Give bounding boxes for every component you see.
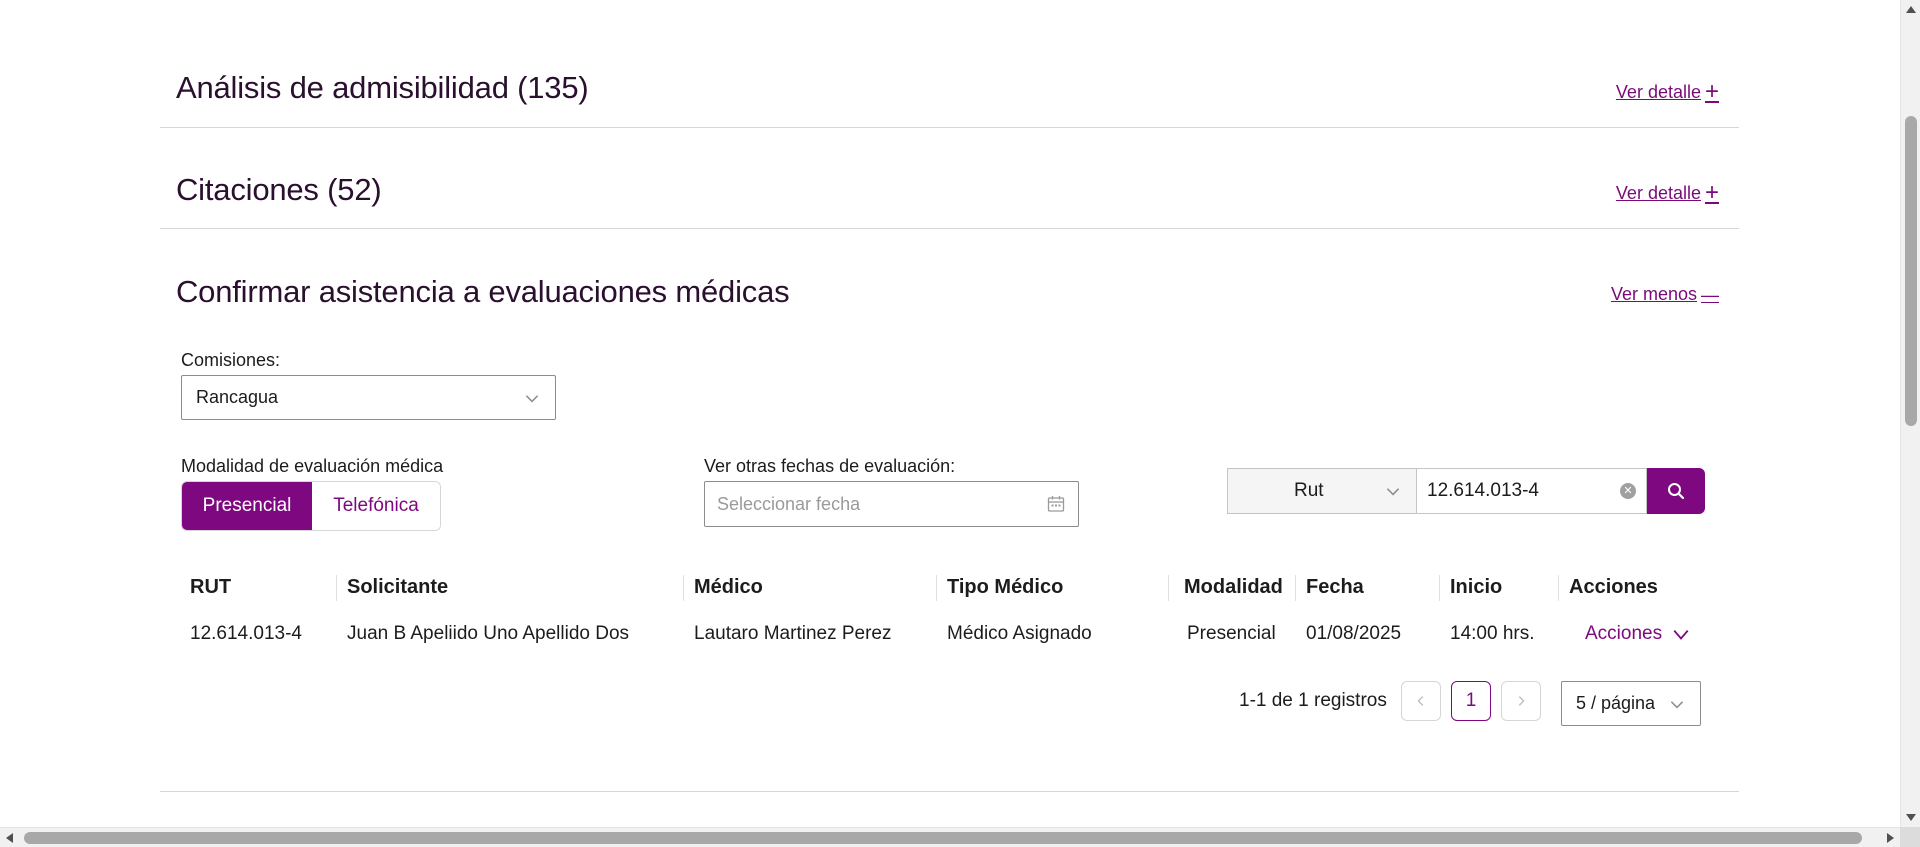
scroll-down-icon[interactable] [1906,814,1916,821]
cell-modalidad: Presencial [1187,623,1276,644]
section-admisibilidad: Análisis de admisibilidad (135) Ver deta… [160,38,1739,128]
search-type-select[interactable]: Rut [1227,468,1417,514]
modalidad-toggle: Presencial Telefónica [181,481,441,531]
link-label: Ver menos [1610,284,1697,304]
page-size-select[interactable]: 5 / página [1561,681,1701,726]
chevron-down-icon [1670,700,1684,708]
link-label: Ver detalle [1615,81,1701,102]
header-tipo-medico: Tipo Médico [947,575,1064,598]
pagination-summary: 1-1 de 1 registros [1239,690,1387,711]
cell-rut: 12.614.013-4 [190,623,302,644]
cell-solicitante: Juan B Apeliido Uno Apellido Dos [347,623,630,644]
section-title: Confirmar asistencia a evaluaciones médi… [176,274,790,309]
scroll-up-icon[interactable] [1906,6,1916,13]
chevron-down-icon [1386,488,1400,496]
column-divider [1295,575,1296,601]
acciones-label: Acciones [1585,623,1663,644]
search-button[interactable] [1647,468,1705,514]
fecha-label: Ver otras fechas de evaluación: [704,456,956,476]
scroll-right-icon[interactable] [1887,833,1894,843]
search-input-value: 12.614.013-4 [1427,480,1539,501]
column-divider [1439,575,1440,601]
search-input[interactable]: 12.614.013-4 ✕ [1417,468,1647,514]
header-inicio: Inicio [1450,575,1503,598]
header-rut: RUT [190,575,232,598]
column-divider [683,575,684,601]
page-size-value: 5 / página [1576,693,1656,713]
column-divider [1168,575,1169,601]
calendar-icon [1047,496,1065,512]
fecha-placeholder: Seleccionar fecha [717,493,861,514]
next-page-button[interactable] [1501,681,1541,721]
header-fecha: Fecha [1306,575,1364,598]
column-divider [336,575,337,601]
fecha-input[interactable]: Seleccionar fecha [704,481,1079,527]
chevron-left-icon [1417,696,1424,706]
prev-page-button[interactable] [1401,681,1441,721]
search-type-value: Rut [1294,480,1324,501]
comisiones-label: Comisiones: [181,350,281,370]
plus-icon: + [1704,179,1719,206]
vertical-scrollbar[interactable] [1900,0,1920,847]
chevron-down-icon [1673,630,1689,640]
acciones-dropdown[interactable]: Acciones [1585,617,1690,651]
clear-icon[interactable]: ✕ [1620,483,1636,499]
comisiones-value: Rancagua [196,387,279,407]
scrollbar-corner [1900,827,1920,847]
ver-detalle-link[interactable]: Ver detalle + [1616,181,1719,205]
page: Análisis de admisibilidad (135) Ver deta… [0,0,1900,827]
cell-tipo-medico: Médico Asignado [947,623,1092,644]
header-solicitante: Solicitante [347,575,449,598]
horizontal-scrollbar[interactable] [0,827,1900,847]
column-divider [936,575,937,601]
section-citaciones: Citaciones (52) Ver detalle + [160,128,1739,229]
header-acciones: Acciones [1569,575,1658,598]
cell-fecha: 01/08/2025 [1306,623,1402,644]
chevron-down-icon [525,394,539,402]
header-modalidad: Modalidad [1184,575,1283,598]
chevron-right-icon [1518,696,1525,706]
comisiones-select[interactable]: Rancagua [181,375,556,420]
minus-icon: — [1701,284,1719,305]
section-title: Análisis de admisibilidad (135) [176,70,589,105]
plus-icon: + [1704,78,1719,105]
modalidad-presencial-option[interactable]: Presencial [182,482,312,530]
search-group: Rut 12.614.013-4 ✕ [1227,468,1705,514]
horizontal-scroll-thumb[interactable] [24,832,1862,844]
ver-menos-link[interactable]: Ver menos — [1611,284,1719,305]
search-icon [1668,483,1685,500]
cell-inicio: 14:00 hrs. [1450,623,1535,644]
header-medico: Médico [694,575,763,598]
page-1-button[interactable]: 1 [1451,681,1491,721]
cell-medico: Lautaro Martinez Perez [694,623,892,644]
modalidad-telefonica-option[interactable]: Telefónica [312,482,440,530]
link-label: Ver detalle [1615,182,1701,203]
modalidad-label: Modalidad de evaluación médica [181,456,444,476]
vertical-scroll-thumb[interactable] [1905,116,1917,426]
column-divider [1558,575,1559,601]
scroll-left-icon[interactable] [6,833,13,843]
ver-detalle-link[interactable]: Ver detalle + [1616,80,1719,104]
section-title: Citaciones (52) [176,172,382,207]
